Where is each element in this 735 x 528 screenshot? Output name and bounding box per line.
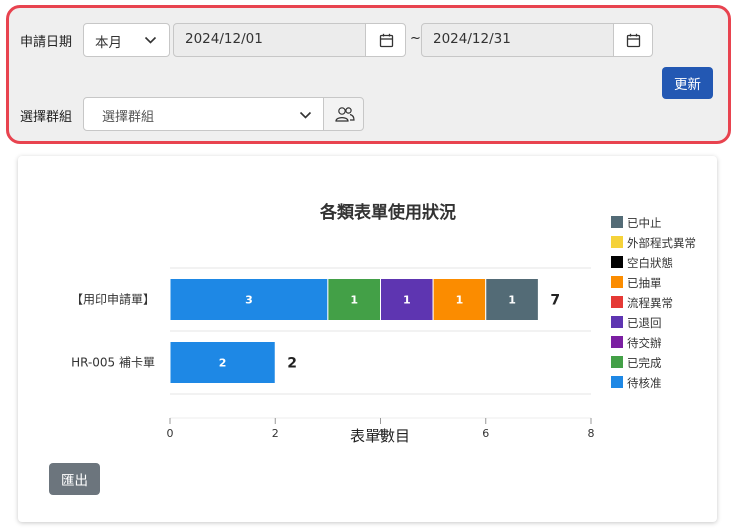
bar-value-label: 3 [245,294,253,307]
legend-label: 外部程式異常 [627,236,696,250]
group-select-placeholder: 選擇群組 [102,110,155,125]
legend-swatch [611,256,623,268]
x-tick-label: 4 [377,427,384,440]
bar-value-label: 1 [350,294,358,307]
legend-label: 空白狀態 [627,256,673,270]
chevron-down-icon [299,111,312,119]
period-value: 本月 [95,35,122,51]
period-select[interactable]: 本月 [83,23,170,57]
update-button[interactable]: 更新 [662,67,713,99]
range-separator: ~ [410,31,421,46]
x-tick-label: 6 [482,427,489,440]
stacked-bar-chart: 各類表單使用狀況 表單數目 02468 【用印申請單】 3 1 1 1 1 7HR-005 … [71,202,696,445]
legend-swatch [611,236,623,248]
bar-total-label: 2 [287,356,297,372]
apply-date-label: 申請日期 [20,35,73,50]
legend-swatch [611,376,623,388]
calendar-icon [379,33,394,48]
x-tick-label: 0 [167,427,174,440]
legend-swatch [611,336,623,348]
end-date-value: 2024/12/31 [433,31,511,47]
bar-value-label: 1 [508,294,516,307]
start-date-picker-button[interactable] [365,23,406,57]
legend-label: 待交辦 [627,336,662,350]
group-picker-button[interactable] [323,97,364,131]
legend-swatch [611,216,623,228]
legend-swatch [611,316,623,328]
category-label: 【用印申請單】 [71,293,155,307]
category-label: HR-005 補卡單 [71,356,155,370]
chart-title: 各類表單使用狀況 [319,202,456,223]
calendar-icon [626,33,641,48]
group-label: 選擇群組 [20,110,73,125]
chart-card: 各類表單使用狀況 表單數目 02468 【用印申請單】 3 1 1 1 1 7 HR-005 … [18,156,717,522]
start-date-value: 2024/12/01 [185,31,263,47]
start-date-input[interactable]: 2024/12/01 [173,23,366,57]
bar-value-label: 1 [403,294,411,307]
x-tick-label: 2 [272,427,279,440]
legend-swatch [611,356,623,368]
bar-value-label: 2 [219,357,227,370]
export-button[interactable]: 匯出 [49,463,100,495]
end-date-picker-button[interactable] [613,23,653,57]
users-icon [335,107,355,122]
chevron-down-icon [144,36,157,44]
legend-label: 已中止 [627,216,662,230]
legend-swatch [611,296,623,308]
end-date-input[interactable]: 2024/12/31 [421,23,614,57]
bar-value-label: 1 [456,294,464,307]
legend-swatch [611,276,623,288]
legend-label: 已完成 [627,356,662,370]
group-select[interactable]: 選擇群組 [83,97,324,131]
legend-label: 已退回 [627,316,662,330]
legend-label: 流程異常 [627,296,673,310]
x-tick-label: 8 [588,427,595,440]
legend-label: 已抽單 [627,276,662,290]
filter-panel: 申請日期 本月 2024/12/01 ~ 2024/12/31 更新 選擇群組 … [6,5,731,144]
legend-label: 待核准 [627,376,662,390]
bar-total-label: 7 [550,293,560,309]
